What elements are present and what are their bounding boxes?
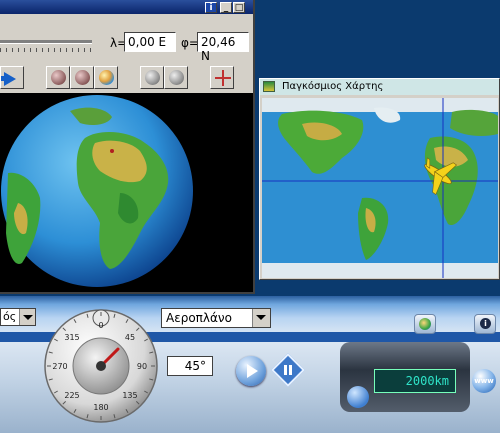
latitude-input[interactable]: 20,46 N	[197, 32, 249, 63]
compass-label: 180	[93, 403, 108, 412]
zoom-out-button[interactable]	[164, 66, 188, 89]
globe-icon	[419, 318, 431, 330]
slider-ticks	[0, 48, 92, 52]
coordinate-row: λ= 0,00 E φ= 20,46 N	[0, 28, 253, 63]
world-map-title: Παγκόσμιος Χάρτης	[282, 81, 384, 92]
world-map-view[interactable]	[262, 98, 498, 278]
mode-select-left-value: ός	[3, 310, 17, 323]
world-map-illustration	[262, 98, 498, 278]
compass-graphic: 0 45 90 135 180 225 270 315	[44, 309, 158, 423]
mode-select-left[interactable]: ός	[0, 308, 36, 326]
crosshair-button[interactable]	[210, 66, 234, 89]
www-button[interactable]: www	[472, 369, 496, 393]
distance-knob[interactable]	[347, 386, 369, 408]
play-button[interactable]	[236, 356, 266, 386]
compass-dial[interactable]: 0 45 90 135 180 225 270 315	[42, 306, 160, 424]
heading-input[interactable]: 45°	[167, 356, 213, 376]
info-button[interactable]: i	[474, 314, 496, 334]
globe-toolbar	[0, 66, 253, 90]
vehicle-select[interactable]: Αεροπλάνο	[161, 308, 271, 328]
rotate-globe-button[interactable]	[46, 66, 70, 89]
compass-label: 135	[122, 391, 137, 400]
pause-icon	[283, 365, 293, 375]
globe-window-titlebar: i _ □	[0, 0, 253, 14]
info-icon: i	[480, 318, 491, 329]
minimize-button[interactable]: _	[220, 2, 232, 13]
vehicle-select-value: Αεροπλάνο	[166, 311, 232, 325]
earth-icon	[99, 70, 114, 85]
rotate-globe-icon	[51, 70, 66, 85]
zoom-in-button[interactable]	[140, 66, 164, 89]
earth-button[interactable]	[94, 66, 118, 89]
compass-label: 315	[64, 333, 79, 342]
globe-button[interactable]	[414, 314, 436, 334]
arrow-right-button[interactable]	[0, 66, 24, 89]
globe-view-button[interactable]	[70, 66, 94, 89]
globe-view[interactable]	[0, 93, 253, 292]
compass-label: 45	[125, 333, 135, 342]
zoom-out-icon	[169, 70, 184, 85]
globe-illustration	[1, 95, 193, 287]
zoom-in-icon	[145, 70, 160, 85]
compass-label: 270	[52, 362, 67, 371]
play-icon	[247, 364, 258, 378]
compass-label: 0	[98, 321, 103, 330]
world-map-titlebar: Παγκόσμιος Χάρτης	[260, 79, 499, 95]
chevron-down-icon	[252, 309, 270, 327]
compass-label: 225	[64, 391, 79, 400]
globe-window: i _ □ λ= 0,00 E φ= 20,46 N	[0, 0, 255, 294]
info-title-button[interactable]: i	[205, 2, 217, 13]
world-map-window: Παγκόσμιος Χάρτης	[259, 78, 500, 280]
chevron-down-icon	[19, 309, 35, 325]
maximize-button[interactable]: □	[233, 2, 245, 13]
zoom-slider[interactable]	[0, 40, 92, 44]
map-window-icon	[263, 81, 275, 92]
globe-view-icon	[75, 70, 90, 85]
compass-label: 90	[137, 362, 147, 371]
longitude-input[interactable]: 0,00 E	[124, 32, 176, 52]
distance-display: 2000km	[374, 369, 456, 393]
